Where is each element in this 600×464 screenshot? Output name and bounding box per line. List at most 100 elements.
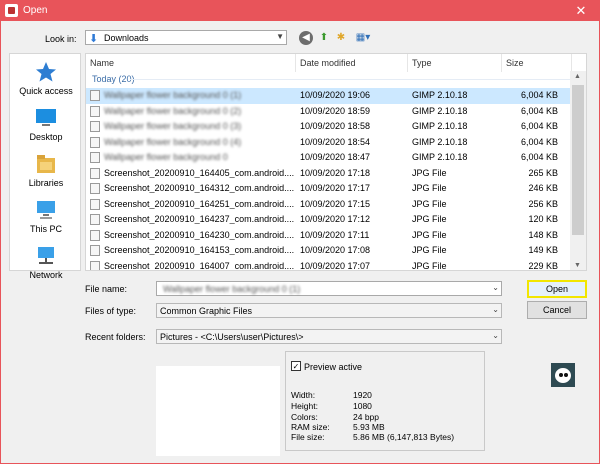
file-name-label: File name: [85, 284, 128, 294]
look-in-dropdown[interactable]: ⬇ Downloads ▼ [85, 30, 287, 45]
file-row[interactable]: Screenshot_20200910_164230_com.android..… [86, 228, 570, 244]
file-date-cell: 10/09/2020 17:07 [300, 260, 371, 271]
column-header-name[interactable]: Name [86, 54, 296, 72]
file-row[interactable]: Screenshot_20200910_164153_com.android..… [86, 243, 570, 259]
sidebar-item-libraries[interactable]: Libraries [10, 152, 82, 188]
file-name-cell: Wallpaper flower background 0 [104, 152, 228, 162]
file-row[interactable]: Wallpaper flower background 0 (3) 10/09/2… [86, 119, 570, 135]
file-name-cell: Wallpaper flower background 0 (1) [104, 90, 242, 100]
preview-thumbnail [156, 366, 280, 456]
file-row[interactable]: Wallpaper flower background 0 (1) 10/09/2… [86, 88, 570, 104]
file-date-cell: 10/09/2020 17:15 [300, 198, 371, 209]
view-menu-button[interactable]: ▦▾ [352, 31, 374, 45]
recent-folders-label: Recent folders: [85, 332, 146, 342]
file-type-dropdown[interactable]: Common Graphic Files ⌄ [156, 303, 502, 318]
file-type-cell: GIMP 2.10.18 [412, 121, 468, 131]
libraries-icon [37, 155, 55, 173]
file-date-cell: 10/09/2020 18:59 [300, 105, 371, 116]
file-date-cell: 10/09/2020 18:54 [300, 136, 371, 147]
file-name-cell: Screenshot_20200910_164153_com.android..… [104, 245, 294, 255]
file-size-cell: 246 KB [528, 183, 558, 193]
file-size-cell: 6,004 KB [520, 121, 558, 131]
file-row[interactable]: Wallpaper flower background 0 (2) 10/09/2… [86, 104, 570, 120]
cancel-button[interactable]: Cancel [527, 301, 587, 319]
file-type-cell: GIMP 2.10.18 [412, 90, 468, 100]
file-name-cell: Screenshot_20200910_164230_com.android..… [104, 229, 294, 240]
file-row[interactable]: Screenshot_20200910_164405_com.android..… [86, 166, 570, 182]
look-in-value: Downloads [104, 33, 149, 43]
sidebar-item-desktop[interactable]: Desktop [10, 106, 82, 142]
sidebar-item-this-pc[interactable]: This PC [10, 198, 82, 234]
file-name-cell: Wallpaper flower background 0 (2) [104, 105, 242, 116]
file-size-cell: 6,004 KB [520, 105, 558, 116]
file-list: Name Date modified Type Size Today (20) … [85, 53, 587, 271]
group-header-today[interactable]: Today (20) [92, 74, 135, 84]
column-header-type[interactable]: Type [408, 54, 502, 72]
scroll-thumb[interactable] [572, 85, 584, 235]
file-name-value: Wallpaper flower background 0 (1) [163, 284, 301, 294]
file-type-cell: GIMP 2.10.18 [412, 136, 468, 147]
sidebar-item-label: This PC [29, 224, 62, 234]
file-row[interactable]: Wallpaper flower background 0 10/09/2020 … [86, 150, 570, 166]
file-type-cell: JPG File [412, 167, 447, 178]
open-button[interactable]: Open [527, 280, 587, 298]
column-header-date[interactable]: Date modified [296, 54, 408, 72]
file-date-cell: 10/09/2020 18:58 [300, 121, 371, 131]
column-header-size[interactable]: Size [502, 54, 572, 72]
chevron-down-icon: ⌄ [492, 283, 499, 292]
file-row[interactable]: Screenshot_20200910_164312_com.android..… [86, 181, 570, 197]
info-value-file-size: 5.86 MB (6,147,813 Bytes) [353, 432, 455, 442]
file-date-cell: 10/09/2020 17:17 [300, 183, 371, 193]
file-date-cell: 10/09/2020 19:06 [300, 90, 371, 100]
gimp-file-icon [90, 90, 100, 101]
file-name-cell: Screenshot_20200910_164237_com.android..… [104, 214, 294, 224]
gimp-file-icon [90, 136, 100, 148]
sidebar-item-quick-access[interactable]: Quick access [10, 60, 82, 96]
file-date-cell: 10/09/2020 17:08 [300, 245, 371, 255]
file-row[interactable]: Screenshot_20200910_164237_com.android..… [86, 212, 570, 228]
file-type-cell: JPG File [412, 245, 447, 255]
download-folder-icon: ⬇ [89, 33, 99, 45]
file-size-cell: 6,004 KB [520, 152, 558, 162]
open-dialog: Open ✕ Look in: ⬇ Downloads ▼ ◀ ⬆ ✱ ▦▾ Q… [0, 0, 600, 464]
info-label-colors: Colors: [291, 412, 318, 422]
info-value-height: 1080 [353, 401, 372, 411]
file-type-cell: JPG File [412, 260, 447, 271]
file-size-cell: 149 KB [528, 245, 558, 255]
file-type-cell: JPG File [412, 198, 447, 209]
file-size-cell: 256 KB [528, 198, 558, 209]
info-label-ram-size: RAM size: [291, 422, 330, 432]
file-type-value: Common Graphic Files [160, 306, 253, 316]
file-size-cell: 148 KB [528, 229, 558, 240]
image-file-icon [90, 229, 100, 241]
file-name-cell: Wallpaper flower background 0 (4) [104, 136, 242, 147]
desktop-icon [36, 109, 56, 126]
file-name-input[interactable]: Wallpaper flower background 0 (1) ⌄ [156, 281, 502, 296]
panda-icon [551, 363, 575, 387]
image-file-icon [90, 260, 100, 270]
back-button[interactable]: ◀ [299, 31, 313, 45]
recent-folders-dropdown[interactable]: Pictures - <C:\Users\user\Pictures\> ⌄ [156, 329, 502, 344]
preview-checkbox[interactable]: ✓ [291, 361, 301, 371]
sidebar-item-network[interactable]: Network [10, 244, 82, 280]
file-row[interactable]: Screenshot_20200910_164007_com.android..… [86, 259, 570, 271]
app-icon [5, 4, 18, 17]
up-folder-button[interactable]: ⬆ [317, 31, 331, 45]
file-row[interactable]: Wallpaper flower background 0 (4) 10/09/2… [86, 135, 570, 151]
file-date-cell: 10/09/2020 17:11 [300, 229, 370, 240]
image-file-icon [90, 245, 100, 256]
new-folder-button[interactable]: ✱ [334, 31, 348, 45]
info-label-width: Width: [291, 390, 316, 400]
file-date-cell: 10/09/2020 17:12 [300, 214, 371, 224]
file-row[interactable]: Screenshot_20200910_164251_com.android..… [86, 197, 570, 213]
file-name-cell: Screenshot_20200910_164312_com.android..… [104, 183, 294, 193]
network-icon [38, 247, 54, 264]
file-size-cell: 6,004 KB [520, 136, 558, 147]
info-value-width: 1920 [353, 390, 372, 400]
vertical-scrollbar[interactable]: ▲ ▼ [570, 71, 586, 270]
scroll-down-icon[interactable]: ▼ [574, 262, 581, 269]
scroll-up-icon[interactable]: ▲ [574, 73, 581, 80]
gimp-file-icon [90, 152, 100, 163]
close-button[interactable]: ✕ [567, 2, 595, 20]
file-size-cell: 229 KB [528, 260, 558, 271]
